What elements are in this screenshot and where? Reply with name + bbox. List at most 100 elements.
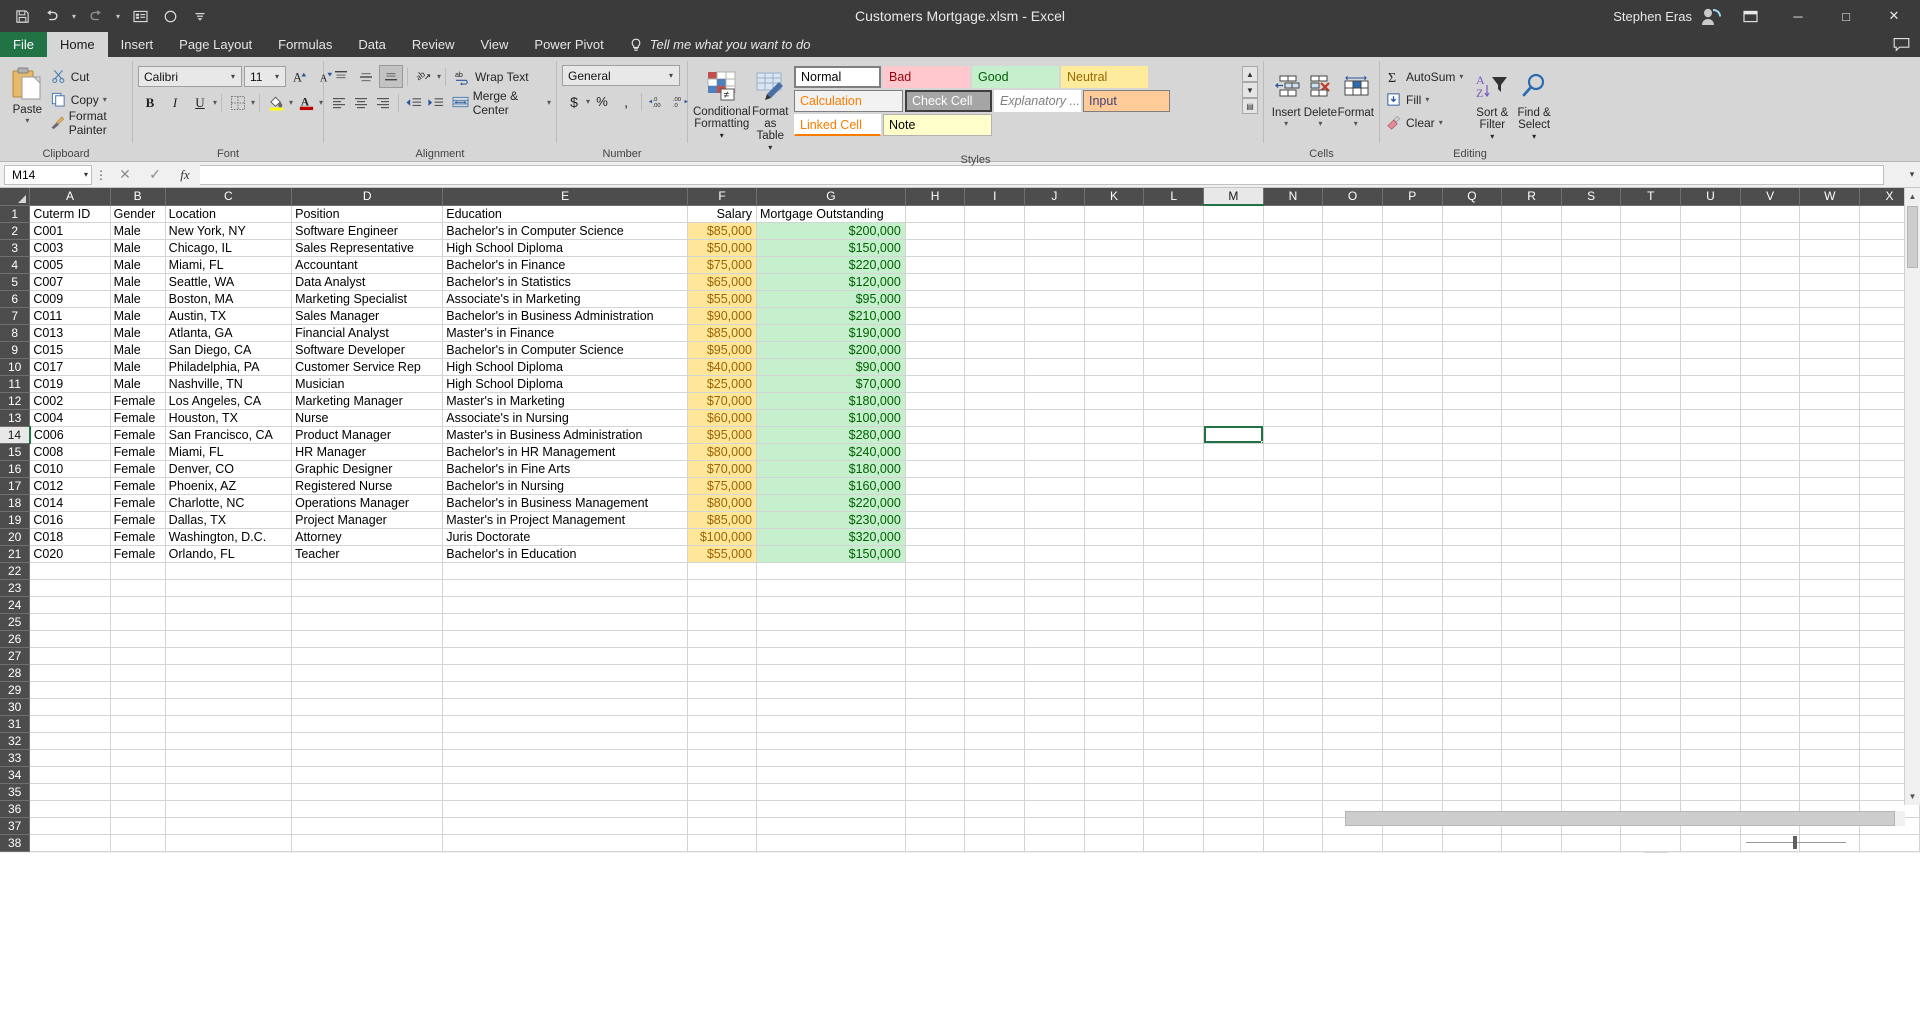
cell-S21[interactable]: [1561, 545, 1622, 563]
row-header-32[interactable]: 32: [0, 732, 31, 750]
cell-W24[interactable]: [1799, 596, 1861, 614]
cell-T16[interactable]: [1620, 460, 1682, 478]
cell-P25[interactable]: [1382, 613, 1443, 631]
cell-I31[interactable]: [964, 715, 1026, 733]
cell-G24[interactable]: [756, 596, 906, 614]
cell-M36[interactable]: [1203, 800, 1264, 818]
cell-F24[interactable]: [687, 596, 757, 614]
cell-L35[interactable]: [1143, 783, 1204, 801]
cell-M31[interactable]: [1203, 715, 1264, 733]
cell-F19[interactable]: $85,000: [687, 511, 757, 529]
cell-M6[interactable]: [1203, 290, 1264, 308]
cell-H13[interactable]: [905, 409, 966, 427]
cell-P8[interactable]: [1382, 324, 1443, 342]
cell-U7[interactable]: [1680, 307, 1741, 325]
cell-C8[interactable]: Atlanta, GA: [165, 324, 293, 342]
style-normal[interactable]: Normal: [794, 66, 881, 88]
cell-D33[interactable]: [291, 749, 444, 767]
cell-F20[interactable]: $100,000: [687, 528, 757, 546]
fill-color-dropdown-icon[interactable]: ▾: [289, 98, 293, 107]
cell-M4[interactable]: [1203, 256, 1264, 274]
row-header-6[interactable]: 6: [0, 290, 31, 308]
cell-N29[interactable]: [1263, 681, 1324, 699]
cell-A2[interactable]: C001: [29, 222, 111, 240]
cell-L21[interactable]: [1143, 545, 1204, 563]
cell-N33[interactable]: [1263, 749, 1324, 767]
cell-W35[interactable]: [1799, 783, 1861, 801]
cell-W17[interactable]: [1799, 477, 1861, 495]
cell-N18[interactable]: [1263, 494, 1324, 512]
cell-P22[interactable]: [1382, 562, 1443, 580]
cell-E19[interactable]: Master's in Project Management: [442, 511, 689, 529]
maximize-button[interactable]: □: [1824, 0, 1868, 32]
cell-S20[interactable]: [1561, 528, 1622, 546]
cell-M35[interactable]: [1203, 783, 1264, 801]
cell-I24[interactable]: [964, 596, 1026, 614]
column-header-F[interactable]: F: [687, 188, 757, 206]
cell-E31[interactable]: [442, 715, 689, 733]
cell-E23[interactable]: [442, 579, 689, 597]
cell-U29[interactable]: [1680, 681, 1741, 699]
column-header-W[interactable]: W: [1799, 188, 1861, 206]
cell-C10[interactable]: Philadelphia, PA: [165, 358, 293, 376]
cell-K31[interactable]: [1084, 715, 1145, 733]
italic-button[interactable]: I: [163, 91, 187, 114]
save-icon[interactable]: [8, 3, 36, 29]
row-header-18[interactable]: 18: [0, 494, 31, 512]
cell-N13[interactable]: [1263, 409, 1324, 427]
cell-D37[interactable]: [291, 817, 444, 835]
row-header-34[interactable]: 34: [0, 766, 31, 784]
cell-P27[interactable]: [1382, 647, 1443, 665]
cell-W2[interactable]: [1799, 222, 1861, 240]
delete-dropdown-icon[interactable]: ▾: [1318, 119, 1322, 128]
cell-U13[interactable]: [1680, 409, 1741, 427]
cell-J6[interactable]: [1024, 290, 1085, 308]
cell-G38[interactable]: [756, 834, 906, 852]
minimize-button[interactable]: ─: [1776, 0, 1820, 32]
cell-G9[interactable]: $200,000: [756, 341, 906, 359]
cell-T38[interactable]: [1620, 834, 1682, 852]
cell-W7[interactable]: [1799, 307, 1861, 325]
cell-G28[interactable]: [756, 664, 906, 682]
column-header-J[interactable]: J: [1024, 188, 1085, 206]
cell-R20[interactable]: [1501, 528, 1562, 546]
cell-W20[interactable]: [1799, 528, 1861, 546]
cell-I13[interactable]: [964, 409, 1026, 427]
tab-power-pivot[interactable]: Power Pivot: [521, 32, 616, 57]
cell-J2[interactable]: [1024, 222, 1085, 240]
cell-D16[interactable]: Graphic Designer: [291, 460, 444, 478]
cell-L10[interactable]: [1143, 358, 1204, 376]
cell-A27[interactable]: [29, 647, 111, 665]
cell-P13[interactable]: [1382, 409, 1443, 427]
cell-L16[interactable]: [1143, 460, 1204, 478]
cell-H6[interactable]: [905, 290, 966, 308]
cell-T29[interactable]: [1620, 681, 1682, 699]
cell-C17[interactable]: Phoenix, AZ: [165, 477, 293, 495]
cell-E9[interactable]: Bachelor's in Computer Science: [442, 341, 689, 359]
cell-T13[interactable]: [1620, 409, 1682, 427]
cell-Q13[interactable]: [1442, 409, 1503, 427]
cell-R38[interactable]: [1501, 834, 1562, 852]
cell-A25[interactable]: [29, 613, 111, 631]
cell-M14[interactable]: [1203, 426, 1264, 444]
cell-A37[interactable]: [29, 817, 111, 835]
gallery-more-button[interactable]: ▤: [1242, 98, 1258, 114]
cell-D28[interactable]: [291, 664, 444, 682]
cell-R19[interactable]: [1501, 511, 1562, 529]
cell-G7[interactable]: $210,000: [756, 307, 906, 325]
tab-data[interactable]: Data: [345, 32, 398, 57]
cell-W31[interactable]: [1799, 715, 1861, 733]
row-header-31[interactable]: 31: [0, 715, 31, 733]
cell-Q23[interactable]: [1442, 579, 1503, 597]
cell-C7[interactable]: Austin, TX: [165, 307, 293, 325]
cell-E33[interactable]: [442, 749, 689, 767]
cell-A7[interactable]: C011: [29, 307, 111, 325]
cell-F14[interactable]: $95,000: [687, 426, 757, 444]
cell-C1[interactable]: Location: [165, 205, 293, 223]
cell-C25[interactable]: [165, 613, 293, 631]
cell-G34[interactable]: [756, 766, 906, 784]
cell-C6[interactable]: Boston, MA: [165, 290, 293, 308]
cell-H4[interactable]: [905, 256, 966, 274]
cell-L18[interactable]: [1143, 494, 1204, 512]
cell-H33[interactable]: [905, 749, 966, 767]
